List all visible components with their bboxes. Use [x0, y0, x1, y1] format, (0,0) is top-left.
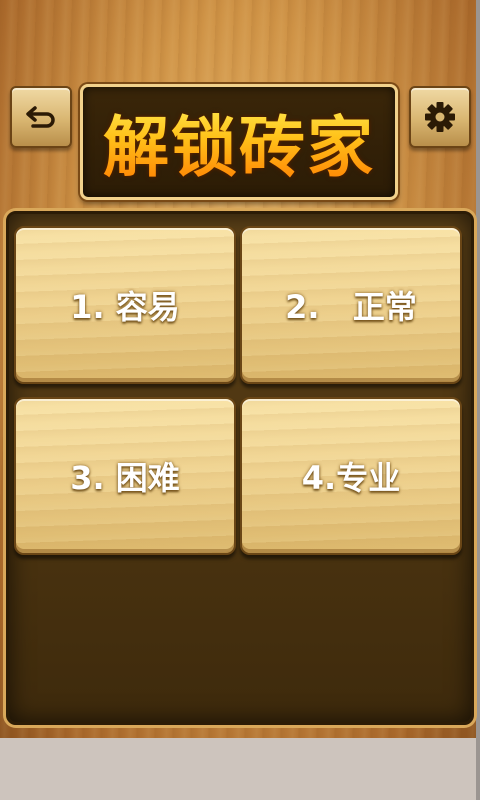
level-easy-button[interactable]: 1. 容易 [14, 226, 236, 384]
level-expert-label: 4.专业 [301, 459, 401, 497]
title-plate: 解锁砖家 [80, 84, 398, 200]
level-hard-label: 3. 困难 [70, 459, 180, 497]
level-easy-label: 1. 容易 [70, 288, 180, 326]
settings-button[interactable] [409, 86, 471, 148]
back-button[interactable] [10, 86, 72, 148]
game-title: 解锁砖家 [103, 94, 375, 190]
edge-strip [476, 0, 480, 800]
level-normal-label: 2. 正常 [285, 288, 417, 326]
level-expert-button[interactable]: 4.专业 [240, 397, 462, 555]
level-hard-button[interactable]: 3. 困难 [14, 397, 236, 555]
gear-icon [425, 102, 455, 132]
level-normal-button[interactable]: 2. 正常 [240, 226, 462, 384]
undo-arrow-icon [26, 106, 55, 128]
